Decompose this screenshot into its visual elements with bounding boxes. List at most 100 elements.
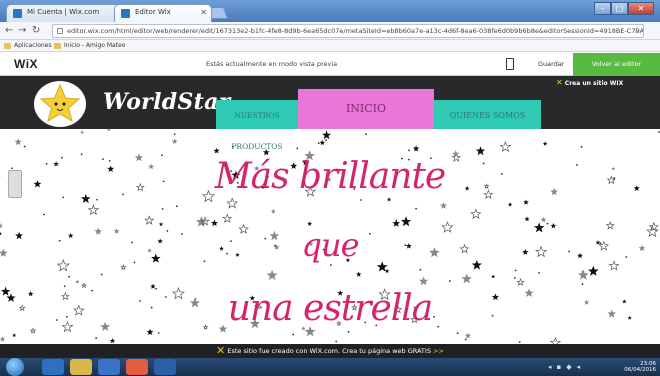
internet-explorer-icon[interactable]	[42, 359, 64, 375]
system-clock[interactable]: 23:06 06/04/2016	[624, 361, 656, 373]
star-dot	[546, 222, 549, 225]
star-shape	[475, 146, 486, 156]
star-shape	[507, 202, 513, 207]
close-tab-icon[interactable]: ✕	[200, 8, 207, 17]
star-dot	[347, 330, 350, 333]
mobile-device-icon[interactable]	[506, 58, 514, 70]
back-to-editor-button[interactable]: Volver al editor	[573, 53, 660, 76]
start-button-icon[interactable]	[6, 358, 24, 376]
apps-icon	[4, 42, 11, 49]
star-shape	[12, 333, 17, 337]
star-shape	[107, 129, 111, 132]
page-info-icon	[57, 28, 63, 34]
star-logo-icon[interactable]	[30, 80, 94, 128]
star-shape	[540, 216, 547, 223]
star-shape	[400, 216, 412, 227]
address-bar[interactable]: editor.wix.com/html/editor/web/renderer/…	[52, 24, 644, 38]
star-dot	[63, 285, 66, 288]
star-dot	[518, 341, 521, 344]
close-window-icon[interactable]: ✕	[628, 2, 654, 15]
star-shape	[588, 265, 599, 276]
star-shape	[355, 271, 362, 277]
star-shape	[120, 264, 127, 271]
star-shape	[87, 204, 100, 216]
nav-tab-inicio[interactable]: INICIO	[298, 89, 434, 129]
bookmark-star-icon[interactable]: ☆	[633, 25, 641, 37]
bookmark-label: Inicio - Amigo Mateo	[64, 42, 126, 49]
star-dot	[456, 332, 459, 334]
site-title[interactable]: WorldStar	[103, 89, 231, 115]
star-dot	[157, 332, 160, 334]
reload-icon[interactable]: ↻	[32, 25, 40, 37]
star-dot	[360, 199, 362, 201]
star-dot	[581, 283, 584, 286]
bookmark-apps[interactable]: Aplicaciones	[4, 40, 51, 51]
star-shape	[577, 269, 589, 280]
star-shape	[384, 268, 390, 273]
preview-mode-message: Estás actualmente en modo vista previa	[206, 60, 338, 68]
nav-tab-productos[interactable]: NUESTROS PRODUCTOS	[216, 100, 298, 151]
clock-date: 06/04/2016	[624, 367, 656, 373]
save-button[interactable]: Guardar	[538, 60, 564, 68]
star-dot	[408, 149, 410, 152]
star-dot	[365, 133, 367, 136]
star-shape	[439, 202, 448, 209]
star-shape	[171, 138, 178, 144]
address-text: editor.wix.com/html/editor/web/renderer/…	[67, 27, 644, 35]
forward-arrow-icon[interactable]: →	[18, 25, 26, 37]
bookmark-inicio[interactable]: Inicio - Amigo Mateo	[54, 40, 125, 51]
star-shape	[144, 215, 155, 225]
chrome-icon[interactable]	[126, 359, 148, 375]
browser-tab-label: Editor Wix	[135, 8, 171, 16]
star-shape	[523, 199, 529, 205]
star-dot	[580, 145, 583, 148]
star-dot	[317, 142, 320, 145]
star-shape	[222, 213, 233, 223]
star-shape	[319, 139, 326, 146]
back-arrow-icon[interactable]: ←	[5, 25, 13, 37]
star-dot	[415, 207, 418, 210]
windows-taskbar: ◂▪◆◂ 23:06 06/04/2016	[0, 358, 660, 376]
star-shape	[109, 338, 116, 344]
folder-icon	[54, 42, 61, 49]
star-dot	[23, 145, 26, 148]
star-dot	[161, 208, 164, 210]
system-tray-icons[interactable]: ◂▪◆◂	[548, 363, 585, 371]
banner-arrow: >>	[433, 347, 444, 355]
word-icon[interactable]	[154, 359, 176, 375]
browser-tab-label: Mi Cuenta | Wix.com	[27, 8, 100, 16]
star-dot	[538, 271, 540, 274]
browser-tab-active[interactable]: Editor Wix ✕	[114, 4, 212, 22]
wix-x-icon: ✕	[216, 344, 226, 357]
star-dot	[95, 337, 98, 339]
star-shape	[524, 216, 530, 222]
minimize-icon[interactable]: –	[594, 2, 611, 15]
file-explorer-icon[interactable]	[70, 359, 92, 375]
media-player-icon[interactable]	[98, 359, 120, 375]
star-shape	[75, 279, 80, 284]
star-shape	[491, 274, 496, 279]
wix-favicon-icon	[121, 9, 130, 18]
star-shape	[80, 130, 85, 134]
hero-line-2: que	[301, 226, 359, 264]
star-dot	[419, 268, 422, 271]
star-shape	[81, 282, 87, 289]
create-site-badge[interactable]: ✕ Crea un sitio WIX	[556, 78, 623, 87]
star-dot	[100, 273, 103, 276]
star-shape	[386, 197, 392, 202]
browser-tab-bar: Mi Cuenta | Wix.com ✕ Editor Wix ✕ – □ ✕	[0, 0, 660, 22]
star-shape	[146, 328, 154, 336]
maximize-icon[interactable]: □	[611, 2, 628, 15]
window-controls: – □ ✕	[594, 2, 654, 15]
star-dot	[335, 340, 338, 343]
wix-x-icon: ✕	[556, 78, 563, 87]
star-dot	[173, 133, 176, 136]
star-shape	[461, 273, 472, 284]
star-shape	[266, 269, 278, 281]
star-dot	[175, 205, 178, 208]
wix-free-site-banner[interactable]: ✕ Este sitio fue creado con WiX.com. Cre…	[0, 344, 660, 358]
star-dot	[329, 264, 332, 266]
star-shape	[412, 145, 420, 152]
wix-logo[interactable]: WiX	[14, 57, 38, 71]
nav-tab-quienes-somos[interactable]: QUIENES SOMOS	[434, 100, 541, 129]
